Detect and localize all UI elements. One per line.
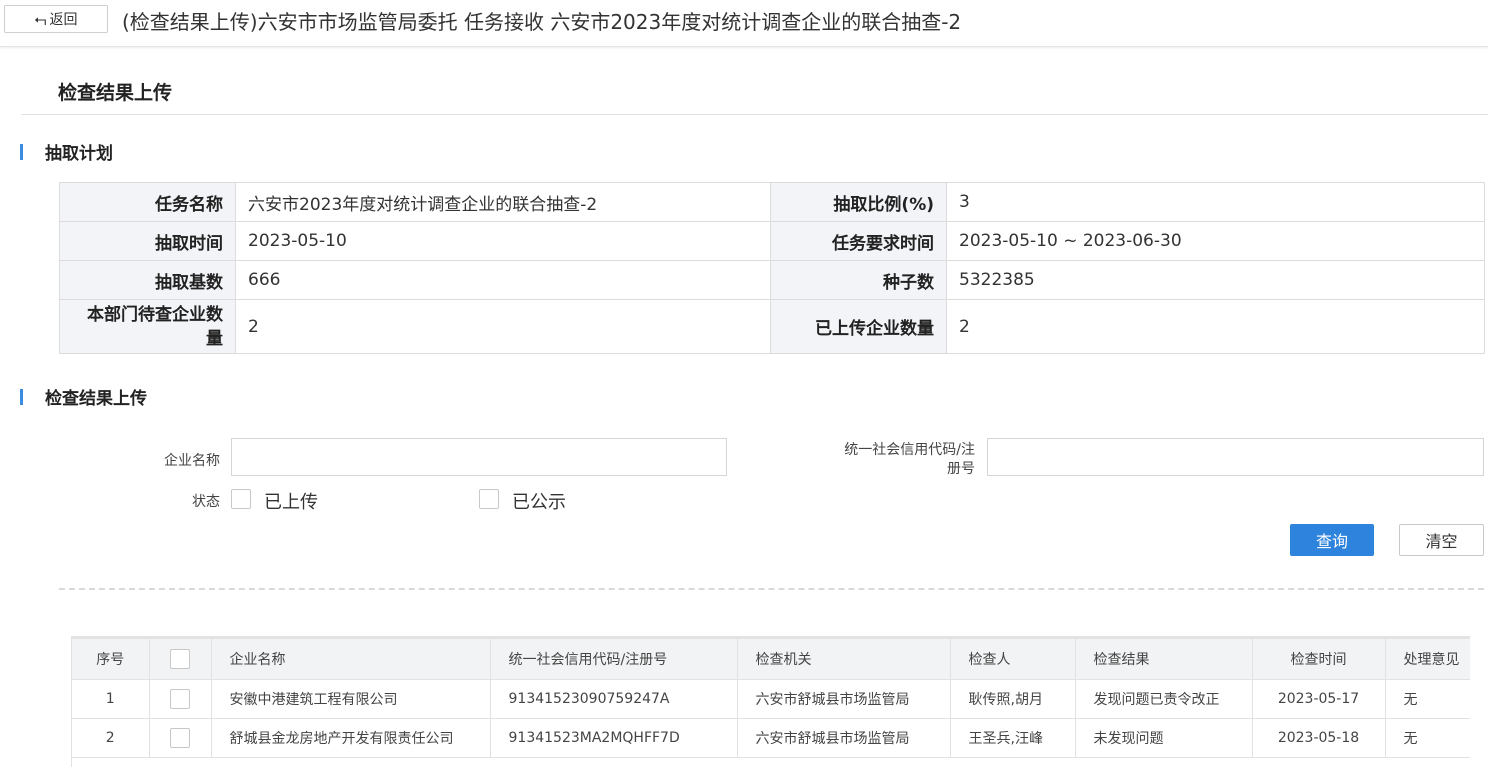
- plan-value: 2023-05-10 ~ 2023-06-30: [946, 221, 1485, 261]
- upload-section-label: 检查结果上传: [45, 389, 147, 409]
- credit-code-label-line: 册号: [947, 461, 975, 477]
- row-inspector: 王圣兵,汪峰: [950, 718, 1076, 758]
- plan-label: 抽取时间: [59, 221, 236, 261]
- plan-row: 任务名称 六安市2023年度对统计调查企业的联合抽查-2 抽取比例(%) 3: [59, 182, 1485, 222]
- row-select-cell: [149, 679, 212, 719]
- row-credit-code: 91341523090759247A: [490, 679, 738, 719]
- col-header-date: 检查时间: [1252, 639, 1386, 680]
- select-all-cell: [149, 639, 212, 680]
- col-header-authority: 检查机关: [737, 639, 951, 680]
- row-select-cell: [149, 718, 212, 758]
- row-company: 舒城县金龙房地产开发有限责任公司: [211, 718, 491, 758]
- company-name-input[interactable]: [231, 438, 727, 476]
- heading-divider: [21, 114, 1488, 115]
- query-button[interactable]: 查询: [1290, 524, 1374, 556]
- plan-label: 本部门待查企业数量: [59, 299, 236, 354]
- plan-section-title: 抽取计划: [20, 139, 113, 164]
- col-header-index: 序号: [72, 639, 150, 680]
- row-date: 2023-05-18: [1252, 718, 1386, 758]
- row-company: 安徽中港建筑工程有限公司: [211, 679, 491, 719]
- row-result: 未发现问题: [1075, 718, 1253, 758]
- back-button[interactable]: ⮢ 返回: [4, 5, 108, 33]
- plan-value: 2023-05-10: [235, 221, 771, 261]
- table-row[interactable]: 1 安徽中港建筑工程有限公司 91341523090759247A 六安市舒城县…: [72, 679, 1470, 719]
- row-opinion: 无: [1385, 718, 1470, 758]
- col-header-credit-code: 统一社会信用代码/注册号: [490, 639, 738, 680]
- plan-value: 3: [946, 182, 1485, 222]
- upload-section-title: 检查结果上传: [20, 384, 147, 409]
- row-checkbox[interactable]: [170, 689, 190, 709]
- select-all-checkbox[interactable]: [170, 649, 190, 669]
- clear-button[interactable]: 清空: [1399, 524, 1484, 556]
- plan-row: 本部门待查企业数量 2 已上传企业数量 2: [59, 299, 1485, 354]
- plan-row: 抽取时间 2023-05-10 任务要求时间 2023-05-10 ~ 2023…: [59, 221, 1485, 261]
- row-authority: 六安市舒城县市场监管局: [737, 679, 951, 719]
- section-marker: [20, 388, 23, 405]
- page-title: (检查结果上传)六安市市场监管局委托 任务接收 六安市2023年度对统计调查企业…: [122, 10, 962, 34]
- plan-label: 抽取基数: [59, 260, 236, 300]
- row-inspector: 耿传照,胡月: [950, 679, 1076, 719]
- row-index: 1: [72, 679, 150, 719]
- plan-label: 抽取比例(%): [770, 182, 947, 222]
- plan-label: 已上传企业数量: [770, 299, 947, 354]
- company-name-label: 企业名称: [164, 453, 220, 469]
- published-checkbox[interactable]: [479, 489, 499, 509]
- row-authority: 六安市舒城县市场监管局: [737, 718, 951, 758]
- uploaded-checkbox-label: 已上传: [264, 492, 318, 513]
- plan-info-table: 任务名称 六安市2023年度对统计调查企业的联合抽查-2 抽取比例(%) 3 抽…: [59, 182, 1485, 354]
- row-checkbox[interactable]: [170, 728, 190, 748]
- col-header-opinion: 处理意见: [1385, 639, 1470, 680]
- table-row[interactable]: 2 舒城县金龙房地产开发有限责任公司 91341523MA2MQHFF7D 六安…: [72, 718, 1470, 758]
- plan-label: 任务名称: [59, 182, 236, 222]
- return-arrow-icon: ⮢: [34, 9, 47, 28]
- section-heading: 检查结果上传: [58, 82, 173, 104]
- col-header-inspector: 检查人: [950, 639, 1076, 680]
- plan-label: 种子数: [770, 260, 947, 300]
- section-marker: [20, 143, 23, 160]
- dashed-divider: [59, 588, 1484, 590]
- plan-value: 2: [235, 299, 771, 354]
- col-header-company: 企业名称: [211, 639, 491, 680]
- credit-code-label: 统一社会信用代码/注 册号: [800, 441, 975, 479]
- back-button-label: 返回: [49, 12, 78, 28]
- top-bar: ⮢ 返回 (检查结果上传)六安市市场监管局委托 任务接收 六安市2023年度对统…: [0, 0, 1488, 47]
- row-opinion: 无: [1385, 679, 1470, 719]
- row-index: 2: [72, 718, 150, 758]
- credit-code-label-line: 统一社会信用代码/注: [844, 442, 975, 458]
- row-credit-code: 91341523MA2MQHFF7D: [490, 718, 738, 758]
- uploaded-checkbox[interactable]: [231, 489, 251, 509]
- status-label: 状态: [192, 494, 220, 510]
- plan-value: 2: [946, 299, 1485, 354]
- credit-code-input[interactable]: [987, 438, 1484, 476]
- plan-row: 抽取基数 666 种子数 5322385: [59, 260, 1485, 300]
- plan-value: 5322385: [946, 260, 1485, 300]
- row-result: 发现问题已责令改正: [1075, 679, 1253, 719]
- col-header-result: 检查结果: [1075, 639, 1253, 680]
- row-date: 2023-05-17: [1252, 679, 1386, 719]
- plan-section-label: 抽取计划: [45, 144, 113, 164]
- table-header-row: 序号 企业名称 统一社会信用代码/注册号 检查机关 检查人 检查结果 检查时间 …: [72, 639, 1470, 680]
- plan-value: 666: [235, 260, 771, 300]
- plan-label: 任务要求时间: [770, 221, 947, 261]
- published-checkbox-label: 已公示: [512, 492, 566, 513]
- results-table: 序号 企业名称 统一社会信用代码/注册号 检查机关 检查人 检查结果 检查时间 …: [71, 636, 1470, 767]
- plan-value: 六安市2023年度对统计调查企业的联合抽查-2: [235, 182, 771, 222]
